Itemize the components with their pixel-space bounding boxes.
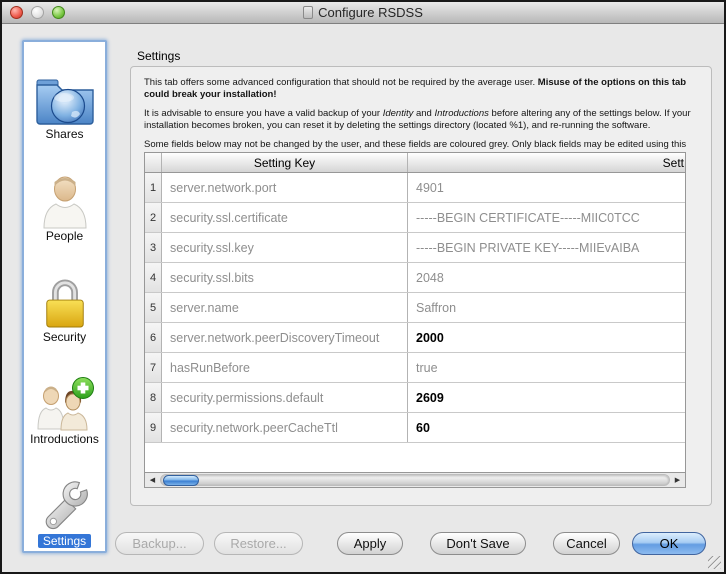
- table-corner-cell: [145, 153, 162, 172]
- setting-value-header[interactable]: Sett: [408, 153, 685, 172]
- setting-key-cell[interactable]: security.permissions.default: [162, 383, 408, 412]
- row-number: 3: [145, 233, 162, 262]
- sidebar-item-settings[interactable]: Settings: [24, 449, 105, 551]
- sidebar-item-label: Security: [43, 330, 86, 344]
- restore-button[interactable]: Restore...: [214, 532, 303, 555]
- setting-value-cell[interactable]: 60: [408, 413, 685, 442]
- introductions-people-plus-icon: [35, 377, 95, 432]
- sidebar-item-label: Settings: [38, 534, 91, 548]
- setting-key-cell[interactable]: server.name: [162, 293, 408, 322]
- row-number: 9: [145, 413, 162, 442]
- setting-key-cell[interactable]: server.network.peerDiscoveryTimeout: [162, 323, 408, 352]
- scrollbar-track[interactable]: [160, 474, 670, 486]
- person-icon: [38, 174, 92, 229]
- title-bar[interactable]: Configure RSDSS: [2, 2, 724, 24]
- resize-grip[interactable]: [708, 556, 721, 569]
- row-number: 1: [145, 173, 162, 202]
- zoom-icon[interactable]: [52, 6, 65, 19]
- description-paragraph-1: This tab offers some advanced configurat…: [144, 77, 701, 101]
- row-number: 8: [145, 383, 162, 412]
- window-title: Configure RSDSS: [318, 5, 423, 20]
- row-number: 6: [145, 323, 162, 352]
- close-icon[interactable]: [10, 6, 23, 19]
- setting-key-cell[interactable]: security.ssl.certificate: [162, 203, 408, 232]
- setting-value-cell[interactable]: -----BEGIN PRIVATE KEY-----MIIEvAIBA: [408, 233, 685, 262]
- scroll-left-icon[interactable]: ◀: [145, 473, 160, 487]
- row-number: 5: [145, 293, 162, 322]
- settings-groupbox: This tab offers some advanced configurat…: [130, 66, 712, 506]
- table-row[interactable]: 7 hasRunBefore true: [145, 353, 685, 383]
- section-title: Settings: [137, 49, 180, 63]
- table-row[interactable]: 5 server.name Saffron: [145, 293, 685, 323]
- table-row[interactable]: 9 security.network.peerCacheTtl 60: [145, 413, 685, 443]
- setting-value-cell[interactable]: Saffron: [408, 293, 685, 322]
- table-row[interactable]: 2 security.ssl.certificate -----BEGIN CE…: [145, 203, 685, 233]
- setting-value-cell[interactable]: -----BEGIN CERTIFICATE-----MIIC0TCC: [408, 203, 685, 232]
- dont-save-button[interactable]: Don't Save: [430, 532, 526, 555]
- cancel-button[interactable]: Cancel: [553, 532, 620, 555]
- configure-rsdss-window: Configure RSDSS: [0, 0, 726, 574]
- ok-button[interactable]: OK: [632, 532, 706, 555]
- scroll-right-icon[interactable]: ▶: [670, 473, 685, 487]
- table-row[interactable]: 1 server.network.port 4901: [145, 173, 685, 203]
- category-sidebar[interactable]: Shares People: [22, 40, 107, 553]
- sidebar-item-security[interactable]: Security: [24, 246, 105, 348]
- setting-key-cell[interactable]: security.ssl.bits: [162, 263, 408, 292]
- sidebar-item-label: Introductions: [30, 432, 99, 446]
- setting-value-cell[interactable]: 2048: [408, 263, 685, 292]
- minimize-icon[interactable]: [31, 6, 44, 19]
- setting-value-cell[interactable]: 2000: [408, 323, 685, 352]
- settings-table[interactable]: Setting Key Sett 1 server.network.port 4…: [144, 152, 686, 488]
- table-header-row: Setting Key Sett: [145, 153, 685, 173]
- table-row[interactable]: 8 security.permissions.default 2609: [145, 383, 685, 413]
- desc-segment: It is advisable to ensure you have a val…: [144, 108, 383, 119]
- table-row[interactable]: 3 security.ssl.key -----BEGIN PRIVATE KE…: [145, 233, 685, 263]
- desc-segment: and: [413, 108, 434, 119]
- setting-key-header[interactable]: Setting Key: [162, 153, 408, 172]
- setting-key-cell[interactable]: security.ssl.key: [162, 233, 408, 262]
- setting-key-cell[interactable]: security.network.peerCacheTtl: [162, 413, 408, 442]
- desc-introductions-italic: Introductions: [434, 108, 488, 119]
- table-row[interactable]: 6 server.network.peerDiscoveryTimeout 20…: [145, 323, 685, 353]
- setting-key-cell[interactable]: server.network.port: [162, 173, 408, 202]
- table-body: 1 server.network.port 4901 2 security.ss…: [145, 173, 685, 472]
- row-number: 7: [145, 353, 162, 382]
- row-number: 2: [145, 203, 162, 232]
- title-area: Configure RSDSS: [2, 2, 724, 23]
- backup-button[interactable]: Backup...: [115, 532, 204, 555]
- setting-value-cell[interactable]: 2609: [408, 383, 685, 412]
- shares-folder-globe-icon: [34, 75, 96, 127]
- setting-value-cell[interactable]: 4901: [408, 173, 685, 202]
- sidebar-item-people[interactable]: People: [24, 144, 105, 246]
- traffic-lights: [10, 6, 65, 19]
- window-proxy-icon: [303, 6, 313, 19]
- sidebar-item-label: Shares: [45, 127, 83, 141]
- setting-key-cell[interactable]: hasRunBefore: [162, 353, 408, 382]
- wrench-icon: [36, 480, 94, 534]
- horizontal-scrollbar[interactable]: ◀ ▶: [145, 472, 685, 487]
- table-row[interactable]: 4 security.ssl.bits 2048: [145, 263, 685, 293]
- padlock-icon: [41, 274, 89, 330]
- setting-value-cell[interactable]: true: [408, 353, 685, 382]
- desc-segment: This tab offers some advanced configurat…: [144, 77, 538, 88]
- sidebar-item-label: People: [46, 229, 83, 243]
- row-number: 4: [145, 263, 162, 292]
- sidebar-item-shares[interactable]: Shares: [24, 42, 105, 144]
- scrollbar-thumb[interactable]: [163, 475, 199, 486]
- apply-button[interactable]: Apply: [337, 532, 403, 555]
- description-paragraph-2: It is advisable to ensure you have a val…: [144, 108, 701, 132]
- sidebar-item-introductions[interactable]: Introductions: [24, 347, 105, 449]
- desc-identity-italic: Identity: [383, 108, 414, 119]
